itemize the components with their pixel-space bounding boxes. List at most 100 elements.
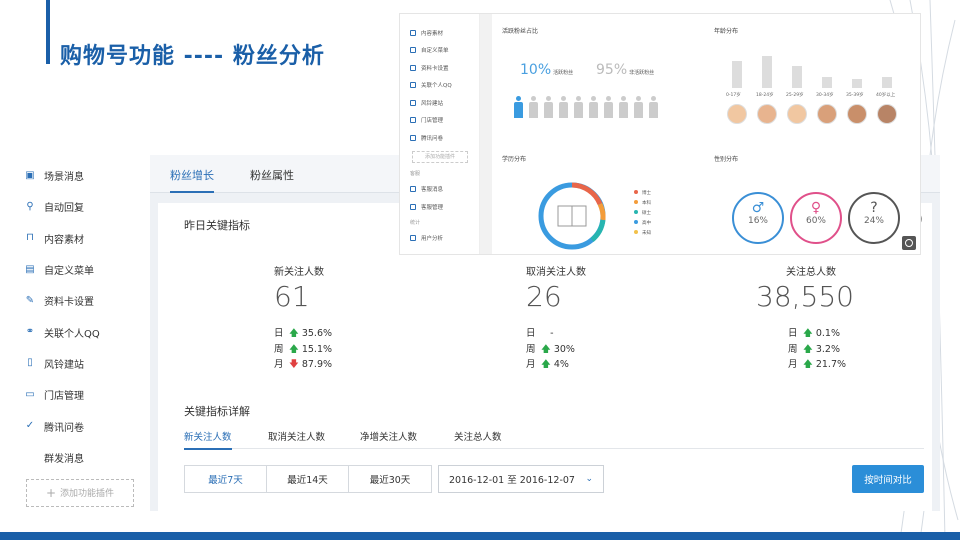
person-icon	[634, 96, 643, 118]
message-icon	[410, 186, 416, 193]
message-icon: ▣	[25, 169, 35, 181]
sidebar-item-store[interactable]: ▭ 门店管理	[14, 379, 144, 410]
fan-attributes-screenshot: 内容素材 自定义菜单 资料卡设置 关联个人QQ 风铃建站 门店管理 腾讯问卷 添…	[400, 14, 920, 254]
avatar-icon	[727, 104, 747, 124]
age-title: 年龄分布	[714, 28, 739, 35]
metric-value: 38,550	[756, 280, 854, 313]
folder-icon	[410, 29, 416, 36]
inactive-fans-pct: 95% 非活跃粉丝	[596, 62, 655, 78]
age-label: 0-17岁	[726, 93, 741, 98]
sidebar-item-auto-reply[interactable]: ⚲ 自动回复	[14, 191, 144, 222]
metric-label: 关注总人数	[786, 267, 836, 278]
age-label: 18-24岁	[756, 93, 774, 98]
avatar-icon	[877, 104, 897, 124]
store-icon	[410, 117, 416, 124]
legend-item: 高中	[634, 220, 651, 226]
sidebar-item-link-qq[interactable]: ⚭ 关联个人QQ	[14, 316, 144, 347]
link-icon: ⚭	[25, 326, 35, 338]
age-bar	[762, 56, 772, 88]
person-icon	[544, 96, 553, 118]
overlay-section-label: 统计	[410, 219, 421, 226]
person-icon	[559, 96, 568, 118]
overlay-sidebar-item[interactable]: 腾讯问卷	[400, 129, 479, 147]
person-icon	[574, 96, 583, 118]
active-fans-title: 活跃粉丝占比	[502, 28, 539, 35]
metric-new-followers: 新关注人数 61 日 🡅 35.6% 周 🡅 15.1% 月 🡇 87.9%	[274, 263, 474, 372]
overlay-sidebar-item[interactable]: 自定义菜单	[400, 42, 479, 60]
chart-icon	[410, 235, 416, 242]
overlay-sidebar-item[interactable]: 内容素材	[400, 24, 479, 42]
overlay-sidebar-item[interactable]: 关联个人QQ	[400, 77, 479, 95]
age-label: 25-29岁	[786, 93, 804, 98]
legend-item: 硕士	[634, 210, 651, 216]
sidebar-item-content[interactable]: ⊓ 内容素材	[14, 223, 144, 254]
store-icon: ▭	[25, 388, 35, 400]
age-bar	[882, 77, 892, 88]
sidebar-item-site-builder[interactable]: ▯ 风铃建站	[14, 348, 144, 379]
legend-item: 博士	[634, 190, 651, 196]
arrow-up-icon: 🡅	[803, 328, 813, 339]
menu-icon: ▤	[25, 263, 35, 275]
tab-fan-growth[interactable]: 粉丝增长	[170, 167, 214, 193]
overlay-sidebar-item[interactable]: 用户分析	[400, 230, 479, 248]
close-icon[interactable]	[902, 236, 916, 250]
overlay-sidebar-item[interactable]: 客服管理	[400, 198, 479, 216]
compare-by-time-button[interactable]: 按时间对比	[852, 465, 924, 493]
sidebar-item-mass-message[interactable]: 群发消息	[14, 442, 144, 473]
link-icon	[410, 82, 416, 89]
checkmark-icon: ✓	[25, 420, 35, 432]
subtab-net-followers[interactable]: 净增关注人数	[360, 429, 417, 443]
gender-female: ♀ 60%	[790, 192, 842, 244]
question-icon: ?	[870, 200, 878, 216]
gender-unknown: ? 24%	[848, 192, 900, 244]
subtab-unfollowers[interactable]: 取消关注人数	[268, 429, 325, 443]
metric-total-followers: 关注总人数 38,550 日 🡅 0.1% 周 🡅 3.2% 月 🡅 21.7%	[756, 263, 956, 372]
overlay-main: 活跃粉丝占比 10% 活跃粉丝 95% 非活跃粉丝 年龄分布 学历分布 性别分布 ♂…	[492, 14, 920, 254]
checkmark-icon	[410, 134, 416, 141]
age-bar	[822, 77, 832, 88]
range-7-days-button[interactable]: 最近7天	[185, 466, 267, 492]
sidebar-item-profile-card[interactable]: ✎ 资料卡设置	[14, 285, 144, 316]
metric-row: 日 -	[526, 328, 554, 339]
gender-title: 性别分布	[714, 156, 739, 163]
sidebar-item-custom-menu[interactable]: ▤ 自定义菜单	[14, 254, 144, 285]
avatar-icon	[787, 104, 807, 124]
arrow-up-icon: 🡅	[803, 343, 813, 355]
age-label: 35-39岁	[846, 93, 864, 98]
metric-row: 周 🡅 3.2%	[788, 343, 840, 355]
date-range-select[interactable]: 2016-12-01 至 2016-12-07 ⌄	[438, 465, 604, 493]
subtab-new-followers[interactable]: 新关注人数	[184, 429, 232, 450]
sidebar-item-scene-message[interactable]: ▣ 场景消息	[14, 160, 144, 191]
person-icon	[649, 96, 658, 118]
range-selector: 最近7天 最近14天 最近30天	[184, 465, 432, 493]
user-reply-icon: ⚲	[26, 200, 34, 212]
legend-item: 本科	[634, 200, 651, 206]
range-30-days-button[interactable]: 最近30天	[349, 466, 431, 492]
overlay-sidebar-item[interactable]: 资料卡设置	[400, 59, 479, 77]
overlay-section-label: 客服	[410, 170, 421, 177]
tab-fan-attributes[interactable]: 粉丝属性	[250, 167, 294, 183]
legend-item: 未知	[634, 230, 651, 236]
avatar-icon	[757, 104, 777, 124]
overlay-sidebar-item[interactable]: 门店管理	[400, 112, 479, 130]
sidebar-item-survey[interactable]: ✓ 腾讯问卷	[14, 410, 144, 441]
metric-row: 日 🡅 35.6%	[274, 328, 333, 339]
avatar-icon	[817, 104, 837, 124]
range-14-days-button[interactable]: 最近14天	[267, 466, 349, 492]
overlay-sidebar-item[interactable]: 客服消息	[400, 181, 479, 199]
age-bar	[792, 66, 802, 88]
slide-title: 购物号功能 ---- 粉丝分析	[60, 44, 325, 69]
metric-row: 日 🡅 0.1%	[788, 328, 840, 339]
add-plugin-button[interactable]: + 添加功能插件	[26, 478, 134, 507]
sidebar: ▣ 场景消息 ⚲ 自动回复 ⊓ 内容素材 ▤ 自定义菜单 ✎ 资料卡设置 ⚭ 关联个人QQ …	[14, 160, 144, 507]
age-label: 40岁以上	[876, 93, 896, 98]
avatar-icon	[847, 104, 867, 124]
overlay-sidebar-item[interactable]: 风铃建站	[400, 94, 479, 112]
metric-unfollowers: 取消关注人数 26 日 - 周 🡅 30% 月 🡅 4%	[526, 263, 726, 372]
person-icon	[604, 96, 613, 118]
metric-row: 月 🡇 87.9%	[274, 359, 333, 370]
title-accent-bar	[46, 0, 50, 64]
age-label: 30-34岁	[816, 93, 834, 98]
overlay-add-plugin-button[interactable]: 添加功能插件	[412, 150, 468, 163]
subtab-total-followers[interactable]: 关注总人数	[454, 429, 502, 443]
